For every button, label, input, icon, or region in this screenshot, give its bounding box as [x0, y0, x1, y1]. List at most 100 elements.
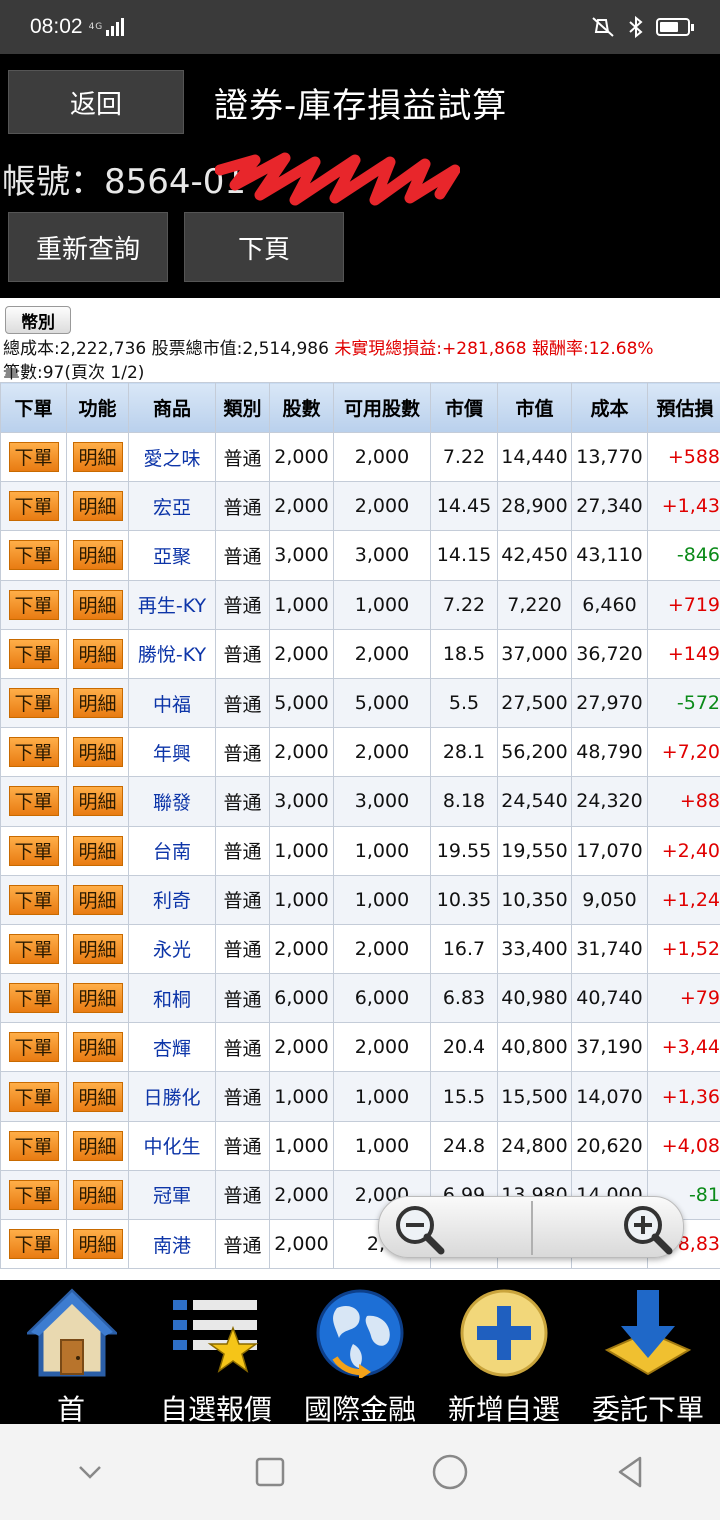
detail-button[interactable]: 明細 — [72, 1081, 123, 1112]
order-button[interactable]: 下單 — [8, 786, 59, 817]
detail-cell: 明細 — [66, 1071, 129, 1122]
back-triangle-icon[interactable] — [610, 1452, 650, 1492]
system-nav-bar — [0, 1424, 720, 1520]
detail-button[interactable]: 明細 — [72, 786, 123, 817]
detail-button[interactable]: 明細 — [72, 442, 123, 473]
col-header-shares: 股數 — [269, 382, 334, 433]
nav-watchlist[interactable]: 自選報價 — [144, 1280, 288, 1426]
cell-name[interactable]: 杏輝 — [128, 1022, 216, 1073]
cell-name[interactable]: 愛之味 — [128, 431, 216, 483]
detail-button[interactable]: 明細 — [72, 638, 123, 669]
cell-name[interactable]: 和桐 — [128, 973, 216, 1024]
chevron-down-icon[interactable] — [70, 1452, 110, 1492]
order-button[interactable]: 下單 — [8, 835, 59, 866]
order-button[interactable]: 下單 — [8, 1032, 59, 1063]
cell-price: 5.5 — [430, 677, 498, 729]
detail-button[interactable]: 明細 — [72, 1032, 123, 1063]
cell-price: 6.83 — [430, 973, 498, 1024]
order-button[interactable]: 下單 — [8, 540, 59, 571]
cell-available: 3,000 — [333, 776, 431, 827]
zoom-in-icon[interactable] — [617, 1201, 677, 1255]
order-button[interactable]: 下單 — [8, 1229, 59, 1260]
detail-button[interactable]: 明細 — [72, 540, 123, 571]
detail-cell: 明細 — [66, 530, 129, 581]
col-header-price: 市價 — [430, 382, 498, 433]
app-root: 08:02 4G 返回 證券-庫存損益試算 帳號：8564-01 重新查詢 下頁… — [0, 0, 720, 1520]
holdings-table-container[interactable]: 下單 功能 商品 類別 股數 可用股數 市價 市值 成本 預估損 下單 明細 愛之味… — [0, 382, 720, 1280]
detail-cell: 明細 — [66, 677, 129, 729]
cell-shares: 3,000 — [269, 776, 334, 827]
battery-icon — [656, 18, 694, 36]
nav-add-watchlist[interactable]: 新增自選 — [432, 1280, 576, 1426]
cell-pl: +3,44 — [647, 1022, 720, 1073]
cell-name[interactable]: 勝悅-KY — [128, 628, 216, 679]
order-button[interactable]: 下單 — [8, 442, 59, 473]
col-header-available: 可用股數 — [333, 382, 431, 433]
requery-button[interactable]: 重新查詢 — [8, 212, 168, 282]
cell-name[interactable]: 利奇 — [128, 874, 216, 925]
nav-international[interactable]: 國際金融 — [288, 1280, 432, 1426]
order-button[interactable]: 下單 — [8, 638, 59, 669]
order-cell: 下單 — [0, 1169, 67, 1221]
detail-cell: 明細 — [66, 776, 129, 827]
cell-price: 14.45 — [430, 481, 498, 532]
cell-name[interactable]: 台南 — [128, 825, 216, 876]
table-header-row: 下單 功能 商品 類別 股數 可用股數 市價 市值 成本 預估損 — [0, 382, 720, 433]
cell-name[interactable]: 永光 — [128, 923, 216, 975]
order-button[interactable]: 下單 — [8, 933, 59, 964]
order-button[interactable]: 下單 — [8, 983, 59, 1014]
cell-type: 普通 — [215, 530, 270, 581]
order-button[interactable]: 下單 — [8, 688, 59, 719]
detail-button[interactable]: 明細 — [72, 1229, 123, 1260]
col-header-product: 商品 — [128, 382, 216, 433]
cell-name[interactable]: 日勝化 — [128, 1071, 216, 1122]
order-button[interactable]: 下單 — [8, 491, 59, 522]
cell-name[interactable]: 亞聚 — [128, 530, 216, 581]
cell-name[interactable]: 再生-KY — [128, 579, 216, 630]
detail-button[interactable]: 明細 — [72, 1179, 123, 1210]
network-indicator: 4G — [88, 22, 104, 32]
order-button[interactable]: 下單 — [8, 589, 59, 620]
detail-cell: 明細 — [66, 1169, 129, 1221]
recents-square-icon[interactable] — [250, 1452, 290, 1492]
nav-home[interactable]: 首頁 — [0, 1280, 144, 1466]
order-button[interactable]: 下單 — [8, 1081, 59, 1112]
status-icons — [590, 15, 694, 39]
next-page-button[interactable]: 下頁 — [184, 212, 344, 282]
record-count: 筆數:97(頁次 1/2) — [3, 363, 145, 383]
cell-type: 普通 — [215, 628, 270, 679]
col-header-cost: 成本 — [571, 382, 648, 433]
order-button[interactable]: 下單 — [8, 1130, 59, 1161]
status-time: 08:02 — [30, 15, 83, 38]
detail-button[interactable]: 明細 — [72, 1130, 123, 1161]
cell-name[interactable]: 宏亞 — [128, 481, 216, 532]
home-icon — [27, 1288, 117, 1377]
home-circle-icon[interactable] — [430, 1452, 470, 1492]
back-button[interactable]: 返回 — [8, 70, 184, 134]
order-button[interactable]: 下單 — [8, 737, 59, 768]
detail-button[interactable]: 明細 — [72, 491, 123, 522]
detail-button[interactable]: 明細 — [72, 688, 123, 719]
cell-name[interactable]: 冠軍 — [128, 1169, 216, 1221]
order-button[interactable]: 下單 — [8, 884, 59, 915]
cell-name[interactable]: 中福 — [128, 677, 216, 729]
zoom-out-icon[interactable] — [389, 1201, 449, 1255]
detail-button[interactable]: 明細 — [72, 589, 123, 620]
detail-button[interactable]: 明細 — [72, 983, 123, 1014]
bottom-nav: 首頁 自選報價 國際金融 — [0, 1280, 720, 1466]
cell-name[interactable]: 中化生 — [128, 1120, 216, 1171]
currency-button[interactable]: 幣別 — [5, 306, 71, 334]
cell-type: 普通 — [215, 874, 270, 925]
detail-button[interactable]: 明細 — [72, 933, 123, 964]
order-cell: 下單 — [0, 1120, 67, 1171]
nav-place-order-label: 委託下單 — [591, 1393, 704, 1426]
order-button[interactable]: 下單 — [8, 1179, 59, 1210]
detail-button[interactable]: 明細 — [72, 884, 123, 915]
detail-button[interactable]: 明細 — [72, 737, 123, 768]
cell-cost: 27,340 — [571, 481, 648, 532]
nav-place-order[interactable]: 委託下單 — [576, 1280, 720, 1426]
cell-name[interactable]: 年興 — [128, 727, 216, 778]
cell-name[interactable]: 南港 — [128, 1218, 216, 1270]
detail-button[interactable]: 明細 — [72, 835, 123, 866]
cell-name[interactable]: 聯發 — [128, 776, 216, 827]
